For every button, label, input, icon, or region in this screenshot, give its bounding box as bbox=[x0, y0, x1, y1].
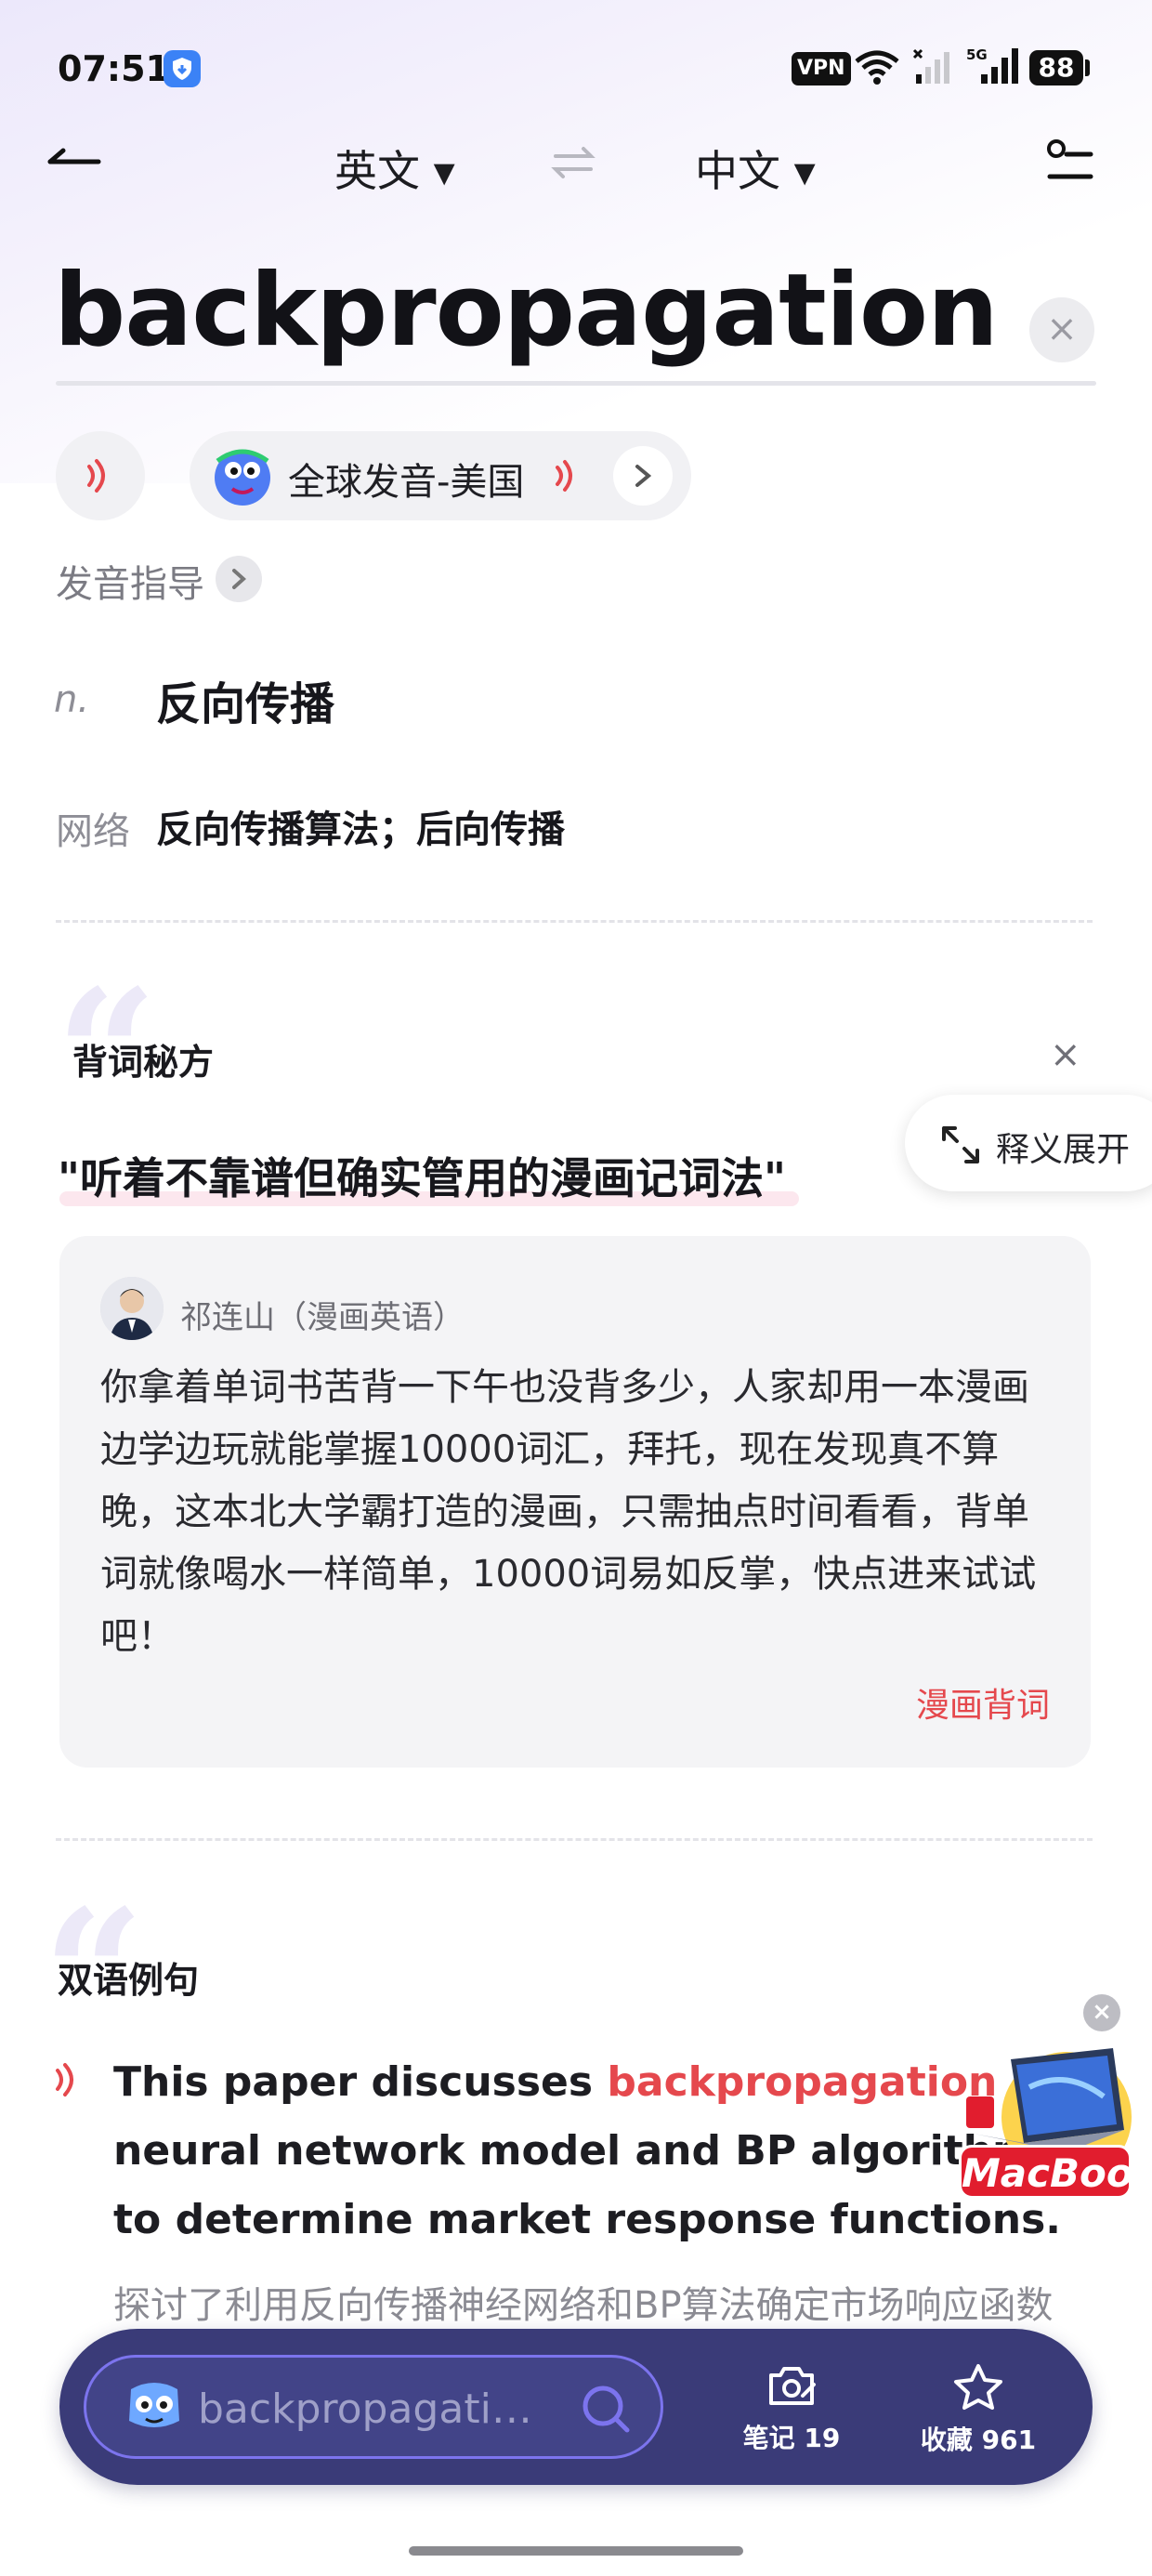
signal-5g-icon: 5G bbox=[966, 46, 1020, 89]
status-bar: 07:51 VPN 5G 88 bbox=[0, 0, 1152, 139]
web-definition: 反向传播算法；后向传播 bbox=[156, 808, 565, 851]
author-name: 祁连山（漫画英语） bbox=[180, 1299, 465, 1336]
close-icon: × bbox=[1046, 308, 1078, 350]
status-time: 07:51 bbox=[58, 48, 170, 89]
section-divider bbox=[56, 1838, 1093, 1841]
pronunciation-guide-chevron[interactable] bbox=[216, 556, 262, 602]
avatar bbox=[100, 1277, 164, 1340]
search-field-value: backpropagatio... bbox=[198, 2385, 551, 2433]
macbook-ad[interactable]: MacBook bbox=[955, 2041, 1152, 2204]
example-text-before: This paper discusses bbox=[113, 2058, 608, 2106]
example-highlight-word: backpropagation bbox=[607, 2058, 998, 2106]
ad-close-button[interactable]: × bbox=[1083, 1994, 1120, 2031]
web-definition-tag: 网络 bbox=[56, 810, 130, 853]
settings-sliders-icon bbox=[1047, 139, 1093, 179]
source-language-selector[interactable]: 英文 ▾ bbox=[334, 138, 455, 199]
primary-meaning: 反向传播 bbox=[156, 678, 335, 730]
close-icon: × bbox=[1092, 1998, 1112, 2026]
battery-tip bbox=[1085, 59, 1090, 76]
examples-section-title: 双语例句 bbox=[58, 1960, 200, 2001]
notes-button[interactable]: 笔记 19 bbox=[736, 2362, 847, 2455]
pronunciation-guide-link[interactable]: 发音指导 bbox=[56, 554, 204, 608]
notes-label: 笔记 19 bbox=[742, 2423, 841, 2453]
chevron-right-icon bbox=[635, 465, 652, 487]
promo-headline: "听着不靠谱但确实管用的漫画记词法" bbox=[58, 1153, 786, 1203]
clear-button[interactable]: × bbox=[1029, 297, 1094, 362]
headword-underline bbox=[56, 381, 1096, 386]
battery-indicator: 88 bbox=[1029, 50, 1083, 85]
example-text-after: neural network model and BP algorithm to… bbox=[113, 2127, 1061, 2243]
search-icon bbox=[583, 2385, 630, 2433]
close-icon[interactable]: × bbox=[1050, 1033, 1081, 1076]
more-pronunciations-button[interactable] bbox=[613, 446, 673, 506]
settings-button[interactable] bbox=[1046, 138, 1094, 188]
network-type-label: 5G bbox=[966, 46, 988, 63]
chevron-right-icon bbox=[232, 569, 246, 589]
speaker-icon bbox=[87, 459, 105, 493]
favorites-label: 收藏 961 bbox=[920, 2425, 1037, 2455]
back-button[interactable] bbox=[46, 139, 111, 186]
speaker-icon bbox=[556, 460, 572, 492]
target-language-selector[interactable]: 中文 ▾ bbox=[695, 138, 816, 199]
wifi-icon bbox=[853, 48, 901, 89]
expand-definitions-button[interactable]: 释义展开 bbox=[905, 1095, 1152, 1191]
global-pronunciation-pill[interactable]: 全球发音-美国 bbox=[190, 431, 691, 520]
mascot-icon bbox=[129, 2383, 179, 2427]
expand-label: 释义展开 bbox=[996, 1131, 1131, 1169]
comic-vocab-link[interactable]: 漫画背词 bbox=[916, 1678, 1050, 1727]
speaker-icon bbox=[56, 2063, 73, 2096]
signal-weak-icon bbox=[912, 48, 955, 89]
favorites-button[interactable]: 收藏 961 bbox=[909, 2362, 1048, 2457]
expand-icon bbox=[942, 1126, 979, 1163]
star-icon bbox=[954, 2364, 1002, 2410]
swap-arrows-icon bbox=[551, 147, 596, 178]
promo-card[interactable]: 祁连山（漫画英语） 你拿着单词书苦背一下午也没背多少，人家却用一本漫画边学边玩就… bbox=[59, 1236, 1091, 1768]
example-play-button[interactable] bbox=[52, 2061, 80, 2102]
vpn-badge: VPN bbox=[792, 52, 851, 85]
camera-note-icon bbox=[769, 2367, 816, 2405]
ad-label: MacBook bbox=[959, 2145, 1152, 2199]
section-divider bbox=[56, 920, 1093, 923]
home-indicator[interactable] bbox=[409, 2546, 743, 2556]
mascot-icon bbox=[215, 449, 270, 506]
back-arrow-icon bbox=[47, 148, 101, 164]
tips-section-title: 背词秘方 bbox=[72, 1042, 215, 1083]
global-pronunciation-label: 全球发音-美国 bbox=[288, 461, 525, 504]
swap-languages-button[interactable] bbox=[550, 139, 596, 190]
play-pronunciation-button[interactable] bbox=[56, 431, 145, 520]
search-headword[interactable]: backpropagation bbox=[54, 253, 999, 369]
security-shield-icon bbox=[164, 50, 201, 87]
promo-body: 你拿着单词书苦背一下午也没背多少，人家却用一本漫画边学边玩就能掌握10000词汇… bbox=[100, 1366, 1037, 1658]
bottom-toolbar: backpropagatio... 笔记 19 收藏 961 bbox=[59, 2329, 1093, 2485]
part-of-speech: n. bbox=[54, 678, 90, 721]
example-sentence-en[interactable]: This paper discusses backpropagation neu… bbox=[113, 2048, 1061, 2254]
search-input[interactable]: backpropagatio... bbox=[84, 2355, 663, 2459]
